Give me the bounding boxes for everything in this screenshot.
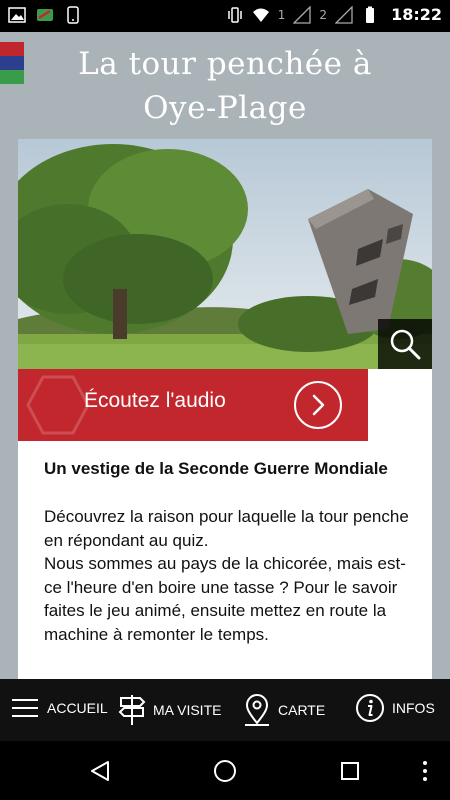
page-title: La tour penchée à Oye-Plage <box>40 42 410 130</box>
more-vertical-icon <box>423 761 427 781</box>
flag-logo[interactable] <box>0 42 24 84</box>
nav-item-infos[interactable]: INFOS <box>355 693 435 723</box>
sim1-label: 1 <box>277 7 286 22</box>
flag-stripe <box>0 70 24 84</box>
zoom-button[interactable] <box>378 319 432 369</box>
wifi-icon <box>252 8 269 22</box>
recents-button[interactable] <box>335 756 365 786</box>
nav-item-accueil[interactable]: ACCUEIL <box>10 693 108 723</box>
audio-label: Écoutez l'audio <box>84 389 226 412</box>
tower-photo <box>18 139 432 369</box>
vibrate-icon <box>228 6 242 23</box>
nav-label-ma-visite: MA VISITE <box>153 702 222 718</box>
info-icon <box>356 694 384 722</box>
phone-outline-icon <box>67 6 79 24</box>
article-subtitle: Un vestige de la Seconde Guerre Mondiale <box>44 459 388 478</box>
signpost-icon <box>118 695 146 725</box>
overflow-menu-button[interactable] <box>410 756 440 786</box>
home-circle-icon <box>214 760 236 782</box>
article-paragraph: Découvrez la raison pour laquelle la tou… <box>44 505 414 646</box>
back-button[interactable] <box>85 756 115 786</box>
paragraph-line2: Nous sommes au pays de la chicorée, mais… <box>44 554 406 644</box>
map-pin-icon <box>245 694 269 726</box>
nav-label-infos: INFOS <box>392 700 435 716</box>
back-triangle-icon <box>91 761 109 781</box>
paragraph-line1: Découvrez la raison pour laquelle la tou… <box>44 507 409 550</box>
nav-item-ma-visite[interactable]: MA VISITE <box>118 693 221 727</box>
status-bar: 1 2 18:22 <box>0 0 450 32</box>
bottom-navigation: ACCUEIL MA VISITE CARTE INFOS <box>0 679 450 741</box>
audio-button[interactable]: Écoutez l'audio <box>18 369 368 441</box>
flag-stripe <box>0 56 24 70</box>
page-title-line1: La tour penchée à <box>78 46 372 82</box>
play-arrow-icon <box>294 381 342 429</box>
home-button[interactable] <box>210 756 240 786</box>
content-card: Écoutez l'audio Un vestige de la Seconde… <box>18 139 432 679</box>
page-title-line2: Oye-Plage <box>143 90 307 126</box>
flag-stripe <box>0 42 24 56</box>
battery-icon <box>366 6 375 23</box>
nav-label-carte: CARTE <box>278 702 326 718</box>
status-time: 18:22 <box>391 5 442 24</box>
gallery-icon <box>8 7 26 23</box>
article-content: Un vestige de la Seconde Guerre Mondiale… <box>44 457 414 646</box>
app-badge-icon <box>37 9 53 21</box>
system-navigation <box>0 741 450 800</box>
signal-icon <box>293 5 312 24</box>
sim2-label: 2 <box>319 7 328 22</box>
nav-item-carte[interactable]: CARTE <box>243 693 325 727</box>
menu-icon <box>12 699 38 717</box>
nav-label-accueil: ACCUEIL <box>47 700 108 716</box>
recents-square-icon <box>341 762 359 780</box>
search-icon <box>390 329 421 360</box>
signal-icon <box>335 5 353 24</box>
